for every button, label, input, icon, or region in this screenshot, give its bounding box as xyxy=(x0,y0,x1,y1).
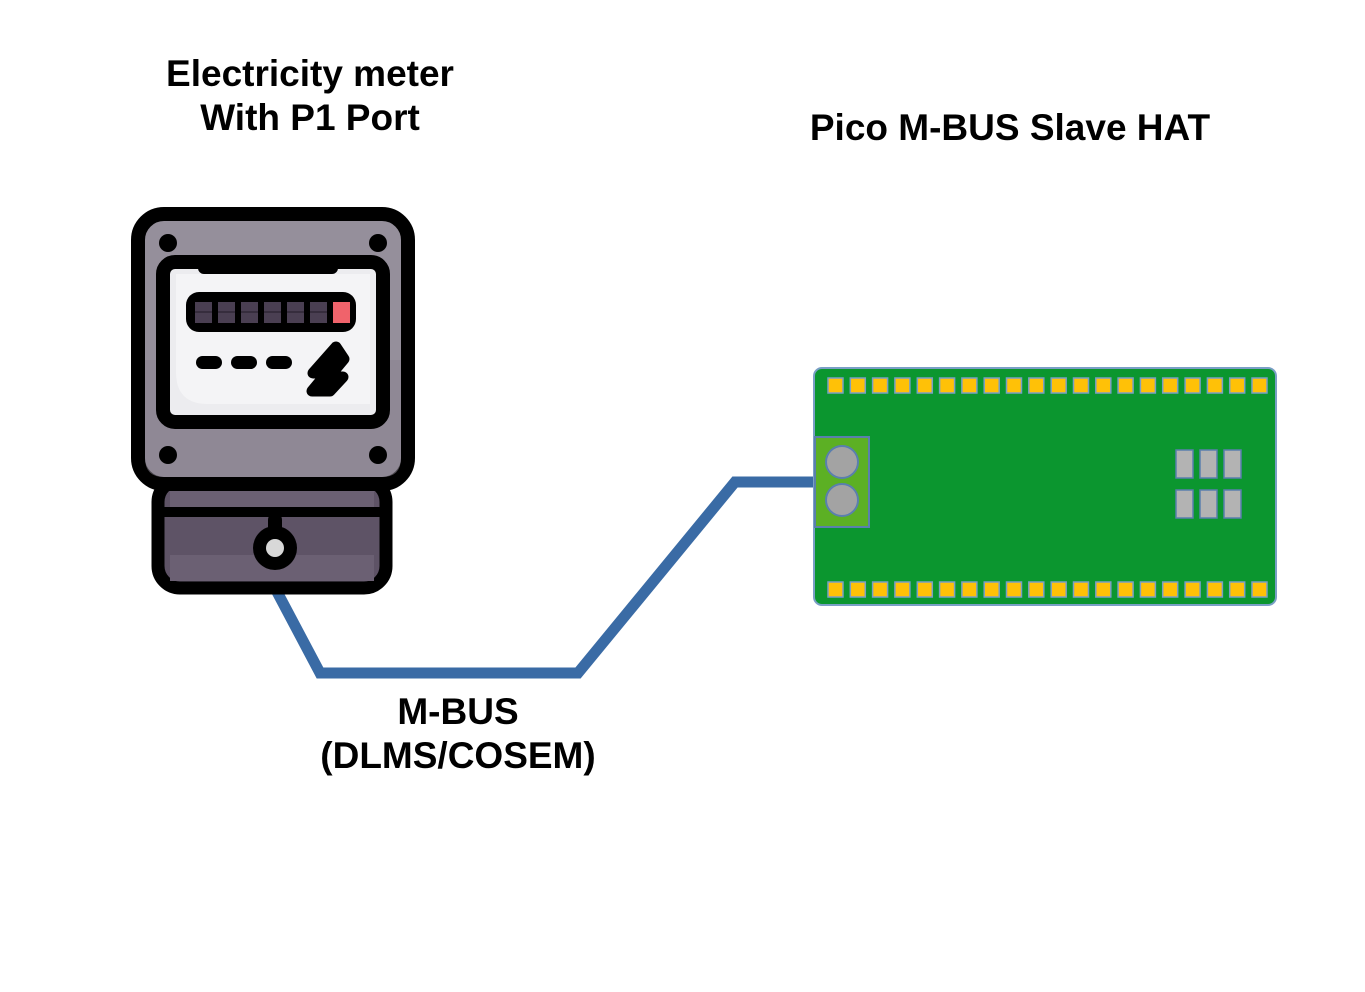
pico-mbus-hat-pcb xyxy=(813,367,1277,606)
pcb-pad-top xyxy=(916,377,934,394)
pcb-pad-bottom xyxy=(1139,581,1157,598)
pcb-component xyxy=(1199,449,1218,479)
pcb-pad-top xyxy=(1251,377,1268,394)
pcb-pad-top xyxy=(983,377,1000,394)
pcb-pad-bottom xyxy=(1005,581,1023,598)
pcb-pad-bottom xyxy=(1251,581,1268,598)
pcb-pad-top xyxy=(1117,377,1134,394)
pcb-pad-bottom xyxy=(983,581,1000,598)
pcb-pad-top xyxy=(1161,377,1179,394)
pcb-pad-top xyxy=(1228,377,1246,394)
pcb-pad-bottom xyxy=(849,581,867,598)
pcb-pad-bottom xyxy=(1228,581,1246,598)
pcb-pad-top xyxy=(938,377,956,394)
pcb-pad-bottom xyxy=(1117,581,1134,598)
pcb-pad-bottom xyxy=(961,581,978,598)
pcb-pad-bottom xyxy=(894,581,911,598)
pcb-component xyxy=(1175,489,1194,519)
pcb-pad-bottom xyxy=(827,581,844,598)
pcb-pad-bottom xyxy=(938,581,956,598)
pcb-component xyxy=(1223,489,1242,519)
screw-terminal-2[interactable] xyxy=(825,483,859,517)
pcb-pad-bottom xyxy=(1050,581,1067,598)
pcb-pad-top xyxy=(1050,377,1067,394)
pcb-pad-top xyxy=(849,377,867,394)
pcb-pad-bottom xyxy=(1028,581,1045,598)
pcb-pad-top xyxy=(1072,377,1090,394)
pcb-pad-top xyxy=(1139,377,1157,394)
diagram-canvas: Electricity meter With P1 Port Pico M-BU… xyxy=(0,0,1365,992)
pcb-pad-top xyxy=(1005,377,1023,394)
pcb-pad-top xyxy=(1206,377,1224,394)
pcb-pad-bottom xyxy=(1095,581,1112,598)
pcb-pad-top xyxy=(961,377,978,394)
pcb-pad-top xyxy=(827,377,844,394)
screw-terminal-1[interactable] xyxy=(825,445,859,479)
pcb-pad-bottom xyxy=(871,581,889,598)
pcb-pad-bottom xyxy=(1184,581,1201,598)
mbus-terminal-block xyxy=(814,436,870,528)
pcb-pad-top xyxy=(1184,377,1201,394)
pcb-pad-bottom xyxy=(1161,581,1179,598)
pcb-pad-top xyxy=(1028,377,1045,394)
pcb-component xyxy=(1223,449,1242,479)
pcb-pad-bottom xyxy=(916,581,934,598)
pcb-component xyxy=(1175,449,1194,479)
pcb-pad-bottom xyxy=(1206,581,1224,598)
pcb-pad-bottom xyxy=(1072,581,1090,598)
pcb-component xyxy=(1199,489,1218,519)
pcb-pad-top xyxy=(871,377,889,394)
pcb-board xyxy=(813,367,1277,606)
pcb-pad-top xyxy=(894,377,911,394)
pcb-pad-top xyxy=(1095,377,1112,394)
